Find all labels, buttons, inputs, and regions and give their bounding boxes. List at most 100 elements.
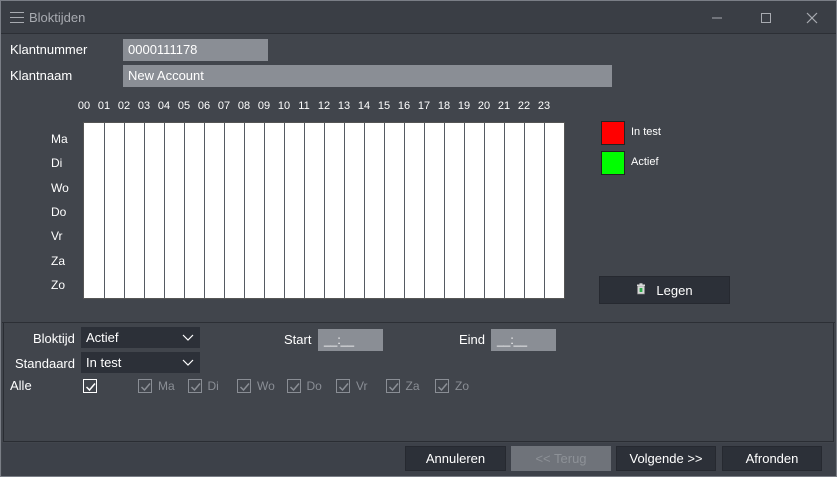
day-checkbox-label: Ma (158, 379, 175, 393)
klantnaam-field[interactable]: New Account (123, 65, 612, 87)
bloktijd-select[interactable]: Actief (81, 327, 200, 348)
standaard-value: In test (86, 355, 122, 370)
legend-in-test-label: In test (631, 126, 661, 138)
afronden-button[interactable]: Afronden (722, 446, 822, 471)
legend-in-test-swatch (601, 121, 625, 145)
hour-label: 20 (477, 100, 491, 112)
checkmark-icon (289, 383, 300, 392)
legen-button[interactable]: Legen (599, 276, 730, 304)
grid-column-line (304, 123, 305, 298)
grid-column-line (464, 123, 465, 298)
hour-label: 06 (197, 100, 211, 112)
standaard-select[interactable]: In test (81, 352, 200, 373)
checkmark-icon (140, 383, 151, 392)
hour-label: 14 (357, 100, 371, 112)
day-checkbox-label: Vr (356, 379, 368, 393)
day-checkbox[interactable] (138, 379, 152, 393)
grid-column-line (324, 123, 325, 298)
day-checkbox-label: Di (207, 379, 219, 393)
bloktijd-value: Actief (86, 330, 119, 345)
hour-label: 17 (417, 100, 431, 112)
day-checkbox[interactable] (385, 379, 400, 393)
legend-actief-label: Actief (631, 156, 659, 168)
hour-label: 19 (457, 100, 471, 112)
checkmark-icon (437, 383, 448, 392)
grid-column-line (264, 123, 265, 298)
day-label: Ma (51, 132, 68, 146)
hour-label: 21 (497, 100, 511, 112)
day-checkbox[interactable] (286, 379, 301, 393)
hour-label: 08 (237, 100, 251, 112)
day-checkbox[interactable] (435, 379, 449, 393)
maximize-icon[interactable] (750, 6, 782, 30)
day-label: Di (51, 156, 63, 171)
start-time-field[interactable]: __:__ (318, 329, 383, 351)
hour-label: 09 (257, 100, 271, 112)
day-label: Zo (51, 277, 66, 292)
grid-column-line (104, 123, 105, 298)
bloktijden-window: Bloktijden Klantnummer 0000111178 Klantn… (0, 0, 837, 477)
hour-label: 03 (137, 100, 151, 112)
trash-icon (636, 282, 646, 298)
grid-column-line (364, 123, 365, 298)
minimize-icon[interactable] (701, 6, 733, 30)
grid-column-line (524, 123, 525, 298)
day-checkbox-label: Do (306, 379, 322, 393)
bloktijd-label: Bloktijd (33, 331, 75, 346)
eind-label: Eind (459, 332, 486, 347)
grid-column-line (184, 123, 185, 298)
hour-label: 07 (217, 100, 231, 112)
day-checkbox[interactable] (237, 379, 251, 393)
start-label: Start (284, 332, 312, 347)
menu-icon[interactable] (10, 12, 24, 23)
grid-column-line (244, 123, 245, 298)
hour-label: 10 (277, 100, 291, 112)
klantnummer-field[interactable]: 0000111178 (123, 39, 268, 61)
grid-column-line (404, 123, 405, 298)
day-checkbox[interactable] (336, 379, 350, 393)
terug-button[interactable]: << Terug (511, 446, 611, 471)
grid-column-line (424, 123, 425, 298)
grid-column-line (204, 123, 205, 298)
grid-column-line (164, 123, 165, 298)
hour-label: 11 (298, 100, 310, 112)
checkmark-icon (338, 383, 349, 392)
hour-label: 16 (397, 100, 411, 112)
standaard-label: Standaard (15, 356, 75, 371)
grid-column-line (544, 123, 545, 298)
volgende-button[interactable]: Volgende >> (616, 446, 716, 471)
legen-label: Legen (656, 282, 693, 298)
checkmark-icon (190, 383, 201, 392)
schedule-grid[interactable] (83, 122, 565, 299)
eind-time-field[interactable]: __:__ (491, 329, 556, 351)
day-checkbox[interactable] (187, 379, 202, 393)
checkmark-icon (388, 383, 399, 392)
klantnummer-label: Klantnummer (10, 42, 88, 57)
hour-label: 12 (317, 100, 331, 112)
checkmark-icon (85, 383, 96, 392)
grid-column-line (144, 123, 145, 298)
grid-column-line (484, 123, 485, 298)
title-bar: Bloktijden (1, 1, 836, 34)
grid-column-line (444, 123, 445, 298)
grid-column-line (344, 123, 345, 298)
hour-label: 05 (177, 100, 191, 112)
hour-label: 23 (537, 100, 551, 112)
annuleren-button[interactable]: Annuleren (405, 446, 506, 471)
hour-label: 02 (117, 100, 131, 112)
day-label: Vr (51, 229, 63, 244)
checkmark-icon (239, 383, 250, 392)
chevron-down-icon (182, 359, 194, 366)
hour-label: 13 (337, 100, 351, 112)
alle-checkbox[interactable] (83, 379, 97, 393)
hour-label: 15 (377, 100, 391, 112)
close-icon[interactable] (796, 6, 828, 30)
klantnaam-label: Klantnaam (10, 68, 73, 83)
grid-column-line (224, 123, 225, 298)
hour-label: 22 (517, 100, 531, 112)
hour-label: 00 (77, 100, 91, 112)
alle-label: Alle (10, 378, 32, 393)
day-label: Wo (51, 180, 69, 195)
grid-column-line (504, 123, 505, 298)
hour-label: 01 (97, 100, 111, 112)
